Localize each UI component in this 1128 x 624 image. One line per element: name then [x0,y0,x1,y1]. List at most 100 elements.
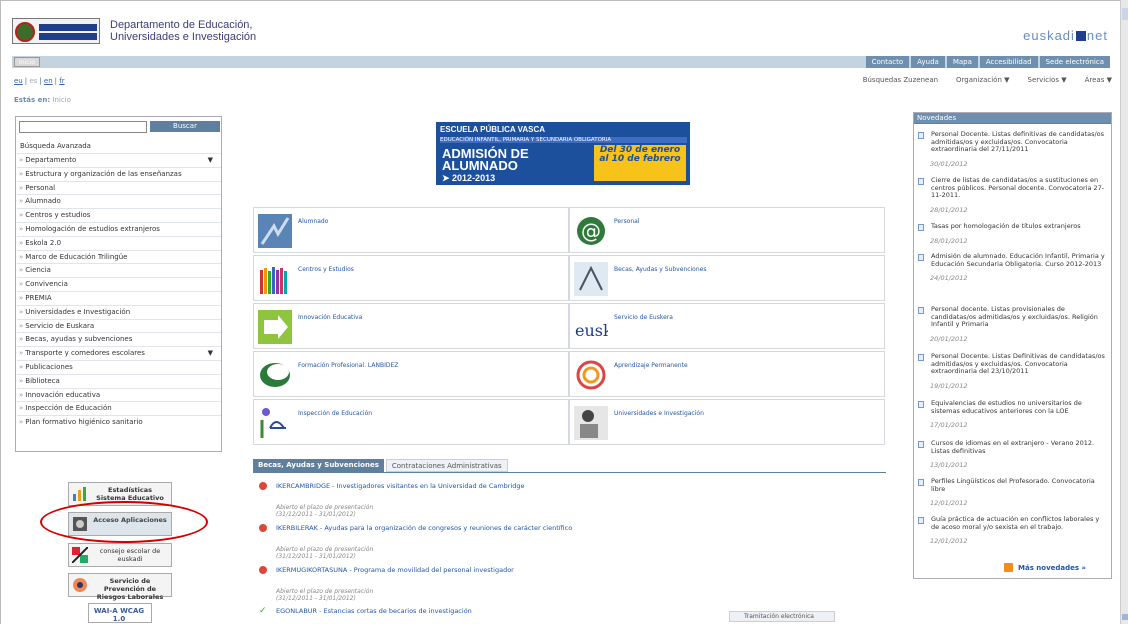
sidebar-item[interactable]: » Transporte y comedores escolares ▼ [17,346,221,360]
bullet-icon: » [19,266,24,275]
bar-chart-icon [73,487,86,501]
help-link[interactable]: Ayuda [911,56,945,68]
e-office-link[interactable]: Sede electrónica [1039,56,1110,68]
brand-square-icon [1075,31,1086,41]
document-icon [918,132,924,139]
sidebar-item[interactable]: » Homologación de estudios extranjeros [17,221,221,236]
sidebar-item[interactable]: » Biblioteca [17,373,221,388]
section-personal[interactable]: @ Personal [569,207,885,253]
sidebar-item-label: Transporte y comedores escolares [25,349,145,358]
bullet-icon: » [19,335,24,344]
news-date: 28/01/2012 [930,206,968,214]
search-button[interactable]: Buscar [150,121,220,132]
wai-a-badge[interactable]: WAI-A WCAG 1.0 [88,603,152,623]
chevron-down-icon[interactable]: ▼ [208,347,213,361]
areas-menu[interactable]: Áreas ▼ [1085,76,1112,84]
section-formacion[interactable]: Formación Profesional. LANBIDEZ [253,351,569,397]
section-alumnado[interactable]: Alumnado [253,207,569,253]
sidebar-item-label: Inspección de Educación [25,404,112,413]
document-icon [918,178,924,185]
news-item-text: Personal Docente. Listas definitivas de … [931,130,1105,153]
chevron-down-icon[interactable]: ▼ [208,154,213,168]
search-input[interactable] [19,121,147,133]
vertical-scrollbar[interactable] [1120,0,1128,624]
bullet-icon: » [19,280,24,289]
euskera-logo-icon: eusk [574,310,608,344]
sidebar-item[interactable]: » Innovación educativa [17,387,221,402]
bullet-icon: » [19,293,24,302]
sidebar-item-label: Eskola 2.0 [25,238,62,247]
sidebar-item-label: Departamento [25,156,77,164]
section-aprendizaje[interactable]: Aprendizaje Permanente [569,351,885,397]
sidebar-item[interactable]: » Becas, ayudas y subvenciones [17,332,221,346]
lang-en[interactable]: en [44,77,53,85]
sidebar-item[interactable]: » Universidades e Investigación [17,304,221,319]
sidebar-item[interactable]: » Servicio de Euskara [17,318,221,333]
sidebar-item[interactable]: » Convivencia [17,277,221,291]
services-menu[interactable]: Servicios ▼ [1028,76,1067,84]
document-icon [918,354,924,361]
admission-banner[interactable]: ESCUELA PÚBLICA VASCA EDUCACIÓN INFANTIL… [436,122,690,185]
organization-menu[interactable]: Organización ▼ [956,76,1009,84]
risk-prevention-button[interactable]: Servicio de Prevención de Riesgos Labora… [68,573,172,601]
sidebar-item-label: Innovación educativa [25,390,101,399]
sidebar-item[interactable]: » Centros y estudios [17,208,221,222]
accessibility-link[interactable]: Accesibilidad [979,56,1038,68]
department-title: Departamento de Educación, Universidades… [110,19,257,43]
sidebar-item-label: Personal [25,183,56,192]
tab-becas[interactable]: Becas, Ayudas y Subvenciones [253,459,384,472]
sidebar-item-label: Plan formativo higiénico sanitario [25,418,143,427]
section-euskera[interactable]: eusk Servicio de Euskera [569,303,885,349]
tab-contrataciones[interactable]: Contrataciones Administrativas [385,459,508,472]
sidebar-item-label: Centros y estudios [25,211,91,220]
check-icon: ✓ [259,606,267,616]
scroll-down-arrow[interactable] [1122,614,1128,620]
home-link[interactable]: Inicio [14,57,40,67]
document-icon [918,479,924,486]
news-item-text: Perfiles Lingüísticos del Profesorado. C… [931,477,1095,493]
sidebar-item[interactable]: » Personal [17,180,221,195]
school-council-button[interactable]: consejo escolar de euskadi [68,543,172,567]
advanced-search-link[interactable]: Búsqueda Avanzada [20,142,91,150]
basque-government-logo[interactable] [12,18,100,44]
more-news-link[interactable]: Más novedades » [1004,563,1086,572]
news-date: 24/01/2012 [930,274,968,282]
contact-link[interactable]: Contacto [865,56,910,68]
news-item-text: Guía práctica de actuación en conflictos… [931,515,1100,531]
section-inspeccion[interactable]: Inspección de Educación [253,399,569,445]
section-grid: Alumnado @ Personal Centros y Estudios B… [253,207,886,445]
sidebar-item[interactable]: » Plan formativo higiénico sanitario [17,415,221,429]
bullet-icon: » [19,390,24,399]
e-processing-button[interactable]: Tramitación electrónica [729,611,835,622]
sidebar-item-label: Biblioteca [25,376,60,385]
news-heading: Novedades [914,113,1111,124]
sidebar-item-label: Homologación de estudios extranjeros [25,224,160,233]
sidebar-item[interactable]: » Inspección de Educación [17,401,221,415]
sidebar-item[interactable]: » Ciencia [17,263,221,277]
news-item-text: Cierre de listas de candidatas/os a sust… [931,176,1105,199]
lang-eu[interactable]: eu [14,77,23,85]
section-universidades[interactable]: Universidades e Investigación [569,399,885,445]
section-innovacion[interactable]: Innovación Educativa [253,303,569,349]
euskadi-net-logo[interactable]: euskadi net [1023,28,1108,43]
left-sidebar: Buscar Búsqueda Avanzada » Departamento ▼»… [15,116,222,452]
sidebar-item[interactable]: » Alumnado [17,194,221,208]
lang-fr[interactable]: fr [59,77,64,85]
sidebar-item[interactable]: » Marco de Educación Trilingüe [17,249,221,264]
direct-search-link[interactable]: Búsquedas Zuzenean [863,76,938,84]
sidebar-item[interactable]: » Estructura y organización de las enseña… [17,166,221,181]
sidebar-item[interactable]: » Publicaciones [17,359,221,374]
sidebar-item[interactable]: » Eskola 2.0 [17,235,221,250]
bullet-icon: » [19,197,24,206]
tab-bar: Becas, Ayudas y Subvenciones Contratacio… [253,459,508,472]
news-item-text: Tasas por homologación de títulos extran… [931,222,1081,230]
lang-es[interactable]: es [29,77,37,85]
scrollbar-thumb[interactable] [1122,8,1128,20]
section-centros[interactable]: Centros y Estudios [253,255,569,301]
sidebar-item[interactable]: » PREMIA [17,290,221,305]
chevron-down-icon: ▼ [1004,76,1010,84]
sidebar-item[interactable]: » Departamento ▼ [17,153,221,167]
lifelong-learning-icon [576,360,606,390]
sitemap-link[interactable]: Mapa [946,56,978,68]
section-becas[interactable]: Becas, Ayudas y Subvenciones [569,255,885,301]
